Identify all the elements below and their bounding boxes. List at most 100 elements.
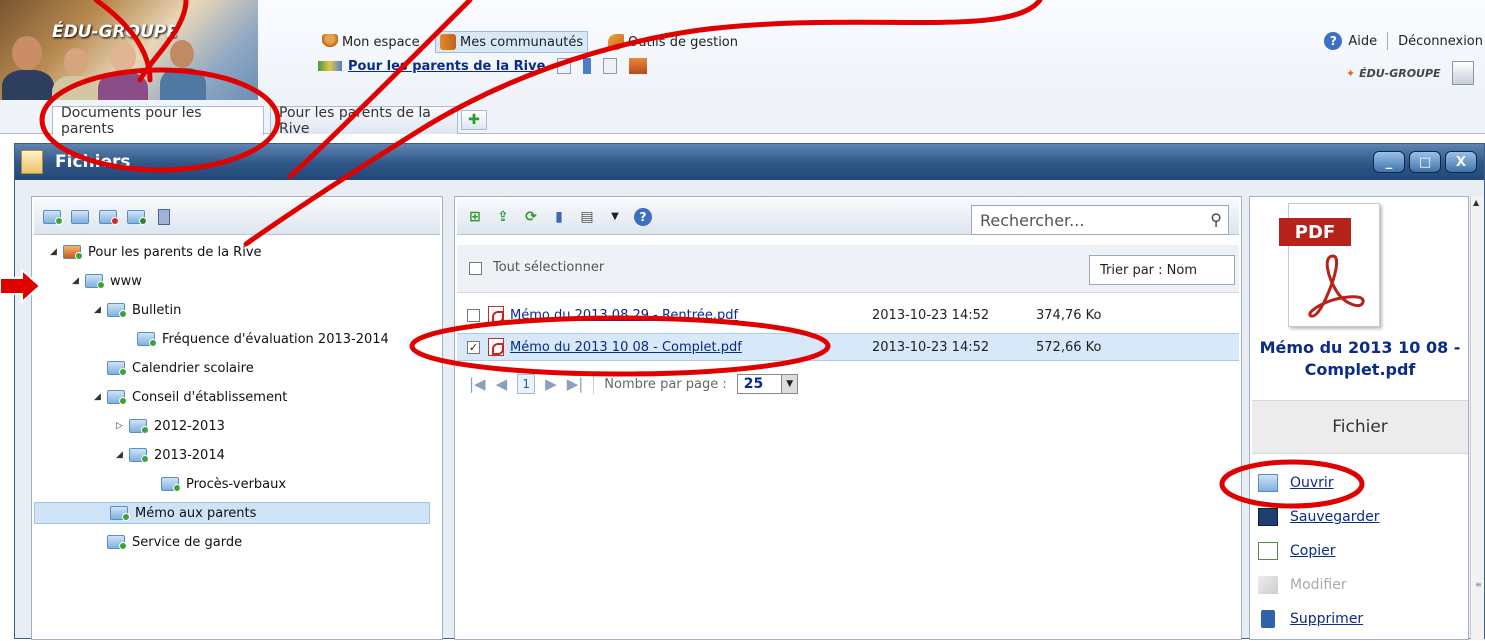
save-link[interactable]: Sauvegarder: [1290, 509, 1379, 525]
tree-item[interactable]: ◢ Pour les parents de la Rive: [50, 241, 262, 263]
file-row[interactable]: Mémo du 2013 08 29 - Rentrée.pdf 2013-10-…: [457, 301, 1239, 329]
nav-mes-communautes[interactable]: Mes communautés: [435, 31, 589, 53]
select-all-checkbox[interactable]: [469, 262, 482, 275]
expanded-arrow-icon[interactable]: ◢: [116, 450, 126, 460]
trash-icon[interactable]: ▮: [549, 207, 569, 227]
upload-icon[interactable]: ⇪: [493, 207, 513, 227]
minimize-button[interactable]: _: [1373, 151, 1405, 173]
file-name-link[interactable]: Mémo du 2013 08 29 - Rentrée.pdf: [510, 308, 872, 323]
tree-item[interactable]: Procès-verbaux: [148, 473, 286, 495]
file-checkbox[interactable]: ✓: [467, 340, 480, 354]
folder-icon: [107, 361, 127, 376]
help-icon[interactable]: ?: [633, 207, 653, 227]
files-window: Fichiers _ □ X ◢ Pour les parents de la R…: [14, 143, 1485, 641]
divider: [1387, 32, 1389, 50]
chevron-down-icon: ▼: [781, 375, 798, 393]
file-section-header: Fichier: [1252, 400, 1468, 454]
tree-item[interactable]: Mémo aux parents: [34, 502, 430, 524]
tree-item-label: Procès-verbaux: [186, 476, 287, 492]
collapsed-arrow-icon[interactable]: ▷: [116, 421, 126, 431]
clipboard-icon[interactable]: ▤: [577, 207, 597, 227]
pdf-file-icon: [488, 338, 504, 356]
expanded-arrow-icon[interactable]: ◢: [94, 392, 104, 402]
nav-outils-de-gestion[interactable]: Outils de gestion: [604, 31, 742, 53]
members-icon[interactable]: [629, 58, 648, 74]
help-icon[interactable]: ?: [1324, 32, 1343, 50]
info-icon[interactable]: [583, 58, 592, 74]
sort-dropdown[interactable]: Trier par : Nom: [1089, 255, 1235, 285]
tab-parents-rive[interactable]: Pour les parents de la Rive: [270, 104, 458, 137]
expanded-arrow-icon[interactable]: ◢: [72, 276, 82, 286]
tab-label: Pour les parents de la Rive: [279, 104, 431, 137]
file-date: 2013-10-23 14:52: [872, 339, 990, 355]
open-action[interactable]: Ouvrir: [1258, 471, 1334, 495]
tree-item[interactable]: Calendrier scolaire: [94, 357, 254, 379]
last-page-icon[interactable]: ▶|: [567, 375, 584, 393]
community-icon: [318, 61, 342, 71]
delete-action[interactable]: Supprimer: [1258, 607, 1363, 631]
tree-item-label: Calendrier scolaire: [132, 360, 254, 376]
logout-link[interactable]: Déconnexion: [1398, 34, 1483, 49]
tree-item[interactable]: ◢ 2013-2014: [116, 444, 225, 466]
properties-icon[interactable]: [154, 207, 174, 227]
copy-link[interactable]: Copier: [1290, 543, 1336, 559]
add-tab-button[interactable]: ✚: [461, 110, 487, 130]
copy-action[interactable]: Copier: [1258, 539, 1336, 563]
community-link[interactable]: Pour les parents de la Rive: [348, 59, 545, 74]
search-input[interactable]: Rechercher... ⚲: [971, 205, 1229, 235]
delete-link[interactable]: Supprimer: [1290, 611, 1363, 627]
file-name-link[interactable]: Mémo du 2013 10 08 - Complet.pdf: [510, 340, 872, 355]
app-header: ÉDU-GROUPE Mon espace Mes communautés Ou…: [0, 0, 1485, 107]
expanded-arrow-icon[interactable]: ◢: [94, 305, 104, 315]
page-icon[interactable]: [603, 58, 618, 74]
scroll-up-icon[interactable]: ▲: [1473, 198, 1479, 207]
prev-page-icon[interactable]: ◀: [496, 375, 508, 393]
brand-banner: [0, 0, 258, 100]
file-size: 572,66 Ko: [1036, 339, 1102, 355]
file-date: 2013-10-23 14:52: [872, 307, 990, 323]
expanded-arrow-icon[interactable]: ◢: [50, 247, 60, 257]
chevron-down-icon[interactable]: ▼: [605, 207, 625, 227]
select-all-label[interactable]: Tout sélectionner: [493, 260, 604, 275]
details-scrollbar[interactable]: ▲ ≡: [1470, 196, 1484, 640]
first-page-icon[interactable]: |◀: [469, 375, 486, 393]
folder-icon: [129, 419, 149, 434]
per-page-label: Nombre par page :: [604, 376, 727, 392]
tree-item[interactable]: ◢ www: [72, 270, 142, 292]
tree-item-label: Fréquence d'évaluation 2013-2014: [162, 331, 389, 347]
tree-item[interactable]: ◢ Conseil d'établissement: [94, 386, 287, 408]
file-checkbox[interactable]: [467, 308, 480, 322]
next-page-icon[interactable]: ▶: [545, 375, 557, 393]
delete-folder-icon[interactable]: [98, 207, 119, 227]
save-icon: [1258, 508, 1278, 526]
document-icon[interactable]: [557, 58, 572, 74]
move-folder-icon[interactable]: [126, 207, 147, 227]
rename-folder-icon[interactable]: [70, 207, 90, 227]
refresh-icon[interactable]: ⟳: [521, 207, 541, 227]
help-area: ? Aide Déconnexion: [1324, 32, 1483, 50]
folder-icon: [85, 274, 105, 289]
file-row[interactable]: ✓ Mémo du 2013 10 08 - Complet.pdf 2013-10…: [457, 333, 1239, 361]
tree-item[interactable]: Service de garde: [94, 531, 242, 553]
current-page[interactable]: 1: [517, 374, 536, 394]
folder-icon: [137, 332, 157, 347]
maximize-button[interactable]: □: [1409, 151, 1441, 173]
tree-item[interactable]: ◢ Bulletin: [94, 299, 181, 321]
splitter[interactable]: [448, 197, 452, 641]
window-titlebar[interactable]: Fichiers _ □ X: [15, 144, 1484, 180]
tree-item[interactable]: ▷ 2012-2013: [116, 415, 225, 437]
scroll-grip-icon[interactable]: ≡: [1475, 580, 1482, 589]
help-link[interactable]: Aide: [1348, 34, 1377, 49]
tab-documents-parents[interactable]: Documents pour les parents: [52, 105, 264, 137]
new-folder-icon[interactable]: [42, 207, 63, 227]
per-page-select[interactable]: 25 ▼: [736, 374, 799, 394]
nav-mon-espace[interactable]: Mon espace: [318, 31, 424, 53]
close-button[interactable]: X: [1445, 151, 1477, 173]
tree-item[interactable]: Fréquence d'évaluation 2013-2014: [124, 328, 389, 350]
modify-label: Modifier: [1290, 577, 1347, 593]
add-file-icon[interactable]: ⊞: [465, 207, 485, 227]
open-link[interactable]: Ouvrir: [1290, 475, 1334, 491]
search-icon[interactable]: ⚲: [1210, 210, 1222, 229]
exit-icon[interactable]: [1452, 61, 1474, 85]
save-action[interactable]: Sauvegarder: [1258, 505, 1379, 529]
